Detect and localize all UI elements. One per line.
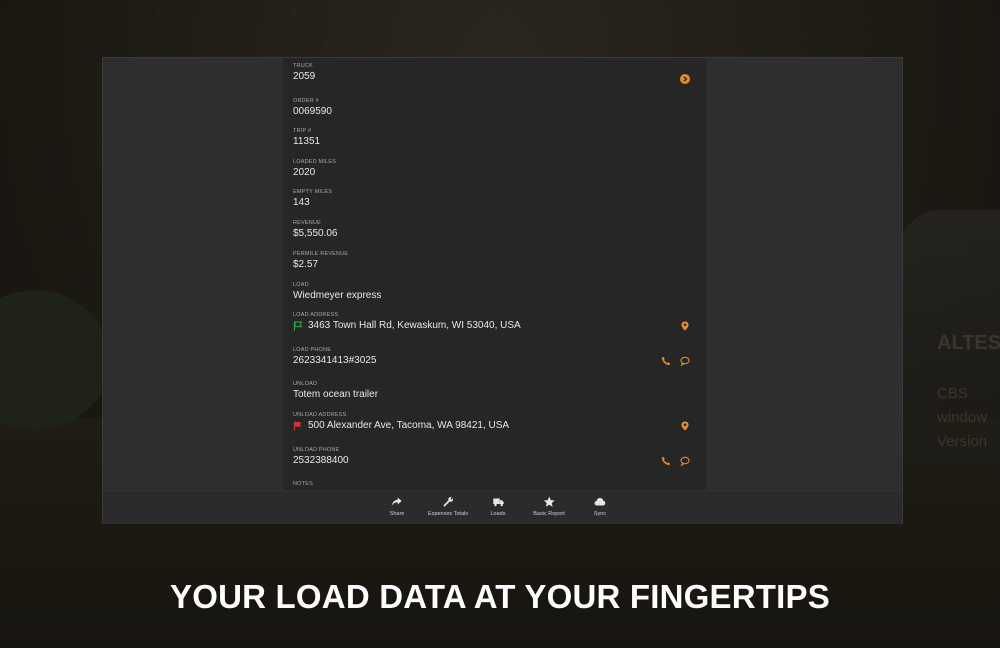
page-headline: YOUR LOAD DATA AT YOUR FINGERTIPS [170, 578, 830, 615]
phone-icon[interactable] [661, 456, 671, 466]
field-value: $2.57 [293, 259, 319, 270]
field-label: TRIP # [293, 128, 312, 134]
background-tree [0, 290, 110, 430]
background-ghost-text: ALTES [937, 332, 1000, 354]
share-icon [392, 497, 402, 506]
field-label: UNLOAD PHONE [293, 447, 340, 453]
loads-button[interactable]: Loads [491, 496, 506, 517]
wrench-icon [443, 496, 454, 507]
load-address-text[interactable]: 3463 Town Hall Rd, Kewaskum, WI 53040, U… [308, 319, 521, 333]
basic-report-button[interactable]: Basic Report [533, 496, 565, 517]
background-ghost-lines: CBS window Version [937, 385, 988, 450]
field-label: EMPTY MILES [293, 189, 333, 195]
field-trip: TRIP # 11351 [283, 127, 706, 149]
star-icon [543, 496, 555, 507]
field-label: LOADED MILES [293, 159, 337, 165]
field-value: 11351 [293, 136, 321, 147]
field-unload-phone: UNLOAD PHONE 2532388400 [283, 446, 706, 468]
field-unload: UNLOAD Totem ocean trailer [283, 380, 706, 402]
field-value: $5,550.06 [293, 228, 338, 239]
field-value[interactable]: 2532388400 [293, 454, 706, 468]
field-label: LOAD ADDRESS [293, 312, 339, 318]
expenses-totals-button[interactable]: Expenses Totals [428, 496, 468, 517]
share-button[interactable]: Share [389, 496, 405, 517]
field-label: LOAD [293, 282, 309, 288]
green-flag-icon [293, 321, 303, 331]
sync-label: Sync [593, 511, 607, 517]
phone-icon[interactable] [661, 356, 671, 366]
map-pin-icon[interactable] [680, 421, 690, 431]
left-panel [103, 58, 283, 490]
field-empty-miles: EMPTY MILES 143 [283, 188, 706, 210]
field-value: 143 [293, 197, 310, 208]
sync-button[interactable]: Sync [594, 496, 606, 517]
field-value: 2059 [293, 71, 316, 82]
load-detail-panel: TRUCK 2059 ORDER # 0069590 TRIP # 11351 … [283, 58, 706, 490]
field-label: TRUCK [293, 63, 313, 69]
basic-report-label: Basic Report [533, 511, 565, 517]
expenses-totals-label: Expenses Totals [428, 511, 468, 517]
field-load-phone: LOAD PHONE 2623341413#3025 [283, 346, 706, 368]
field-value[interactable]: 2623341413#3025 [293, 354, 706, 368]
truck-icon [492, 498, 504, 507]
message-icon[interactable] [680, 356, 690, 366]
field-truck: TRUCK 2059 [283, 62, 706, 84]
loads-label: Loads [490, 511, 506, 517]
field-order: ORDER # 0069590 [283, 97, 706, 119]
field-value: Totem ocean trailer [293, 389, 379, 400]
field-label: PERMILE REVENUE [293, 251, 349, 257]
map-pin-icon[interactable] [680, 321, 690, 331]
bottom-toolbar: Share Expenses Totals Loads Basic Report [103, 490, 902, 524]
field-permile-revenue: PERMILE REVENUE $2.57 [283, 250, 706, 272]
field-load-address: LOAD ADDRESS 3463 Town Hall Rd, Kewaskum… [283, 311, 706, 333]
message-icon[interactable] [680, 456, 690, 466]
field-label: ORDER # [293, 98, 319, 104]
field-value: Wiedmeyer express [293, 290, 382, 301]
field-label: NOTES [293, 481, 313, 487]
red-flag-icon [293, 421, 302, 431]
field-loaded-miles: LOADED MILES 2020 [283, 158, 706, 180]
field-revenue: REVENUE $5,550.06 [283, 219, 706, 241]
app-screenshot: TRUCK 2059 ORDER # 0069590 TRIP # 11351 … [103, 58, 902, 524]
unload-address-text[interactable]: 500 Alexander Ave, Tacoma, WA 98421, USA [308, 419, 509, 433]
right-panel [706, 58, 902, 490]
field-label: UNLOAD ADDRESS [293, 412, 347, 418]
field-notes: NOTES [283, 480, 706, 488]
field-value: 2020 [293, 167, 316, 178]
cloud-icon [594, 498, 606, 506]
field-load: LOAD Wiedmeyer express [283, 281, 706, 303]
field-label: REVENUE [293, 220, 321, 226]
field-label: UNLOAD [293, 381, 318, 387]
share-label: Share [389, 511, 405, 517]
field-value: 0069590 [293, 106, 332, 117]
field-unload-address: UNLOAD ADDRESS 500 Alexander Ave, Tacoma… [283, 411, 706, 433]
field-label: LOAD PHONE [293, 347, 332, 353]
chevron-right-circle-icon[interactable] [680, 74, 690, 84]
